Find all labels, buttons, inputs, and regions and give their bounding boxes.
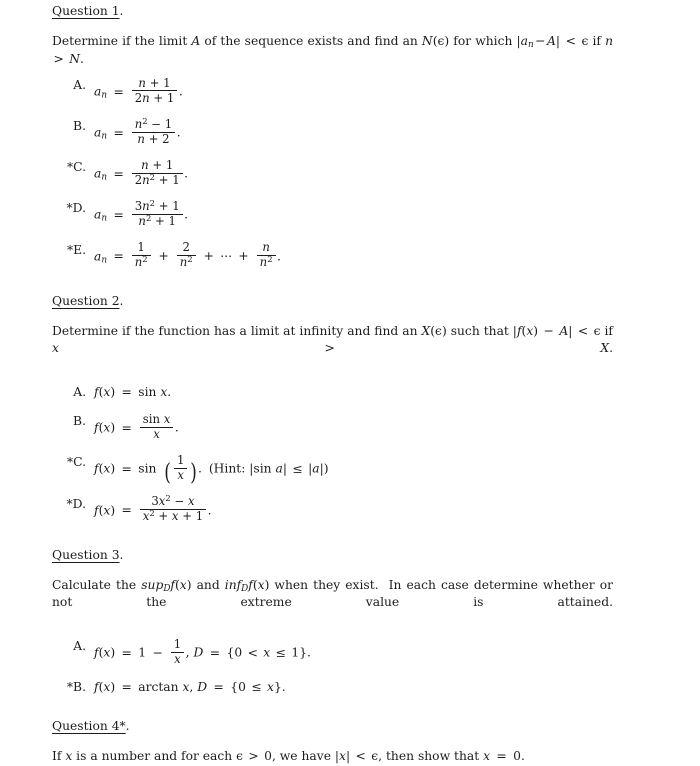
list-item: *C. f(x) = sin (1 x). (Hint: |sin a| ≤ |a… [52,453,613,487]
list-item: *C. an = n + 1 2n2 + 1. [52,159,613,187]
item-label: *D. [66,201,86,216]
question-1-prompt: Determine if the limit A of the sequence… [52,34,613,66]
item-label: B. [73,414,86,429]
item-label: A. [73,639,86,654]
list-item: A. an = n + 1 2n + 1. [52,75,613,105]
list-item: *D. f(x) = 3x2 − x x2 + x + 1. [52,493,613,524]
item-formula: f(x) = sin xx. [94,412,179,442]
question-1-heading-text: Question 1 [52,4,120,18]
document-page: Question 1. Determine if the limit A of … [0,0,700,763]
item-formula: f(x) = 1 − 1x, D = {0 < x ≤ 1}. [94,637,311,667]
item-label: *E. [66,242,86,257]
question-1-heading-suffix: . [119,4,124,18]
item-label: *C. [66,455,86,470]
list-item: *B. f(x) = arctan x, D = {0 ≤ x}. [52,679,613,695]
list-item: A. f(x) = sin x. [52,384,613,400]
item-formula: f(x) = 3x2 − x x2 + x + 1. [94,493,212,524]
item-label: *B. [66,680,86,695]
question-1-heading: Question 1. [52,4,613,19]
list-item: B. an = n2 − 1n + 2. [52,116,613,146]
item-formula: f(x) = sin (1 x). (Hint: |sin a| ≤ |a|) [94,453,329,487]
item-label: B. [73,119,86,134]
item-formula: an = n + 1 2n2 + 1. [94,158,189,188]
question-4-prompt: If x is a number and for each ϵ > 0, we … [52,749,525,764]
item-label: A. [73,385,86,400]
list-item: B. f(x) = sin xx. [52,413,613,441]
item-formula: an = 3n2 + 1 n2 + 1. [94,198,189,229]
question-4-heading-text: Question 4* [52,719,126,734]
item-label: *D. [66,496,86,511]
item-label: *C. [66,160,86,175]
question-2-heading: Question 2. [52,294,613,309]
document-content: Question 1. Determine if the limit A of … [52,4,613,766]
item-formula: an = n2 − 1n + 2. [94,116,181,146]
question-1-items: A. an = n + 1 2n + 1. B. an = n2 − 1n + 2… [52,75,613,270]
item-formula: f(x) = arctan x, D = {0 ≤ x}. [94,680,286,695]
question-4-heading-suffix: . [125,719,130,734]
question-3-heading: Question 3. [52,548,613,563]
list-item: *D. an = 3n2 + 1 n2 + 1. [52,198,613,229]
question-4-heading: Question 4*. [52,719,613,734]
question-3-heading-suffix: . [119,547,124,562]
question-2-items: A. f(x) = sin x. B. f(x) = sin xx. *C. f… [52,384,613,523]
question-3-heading-text: Question 3 [52,547,120,562]
item-formula: an = n + 1 2n + 1. [94,75,183,105]
list-item: A. f(x) = 1 − 1x, D = {0 < x ≤ 1}. [52,638,613,666]
question-2-heading-suffix: . [119,293,124,308]
list-item: *E. an = 1 n2 + 2 n2 + ··· + n n2. [52,240,613,270]
item-formula: f(x) = sin x. [94,385,172,400]
question-3-prompt: Calculate the supDf(x) and infDf(x) when… [52,577,613,610]
question-2-heading-text: Question 2 [52,293,120,308]
item-formula: an = 1 n2 + 2 n2 + ··· + n n2. [94,240,281,270]
question-2-prompt: Determine if the function has a limit at… [52,323,613,356]
item-label: A. [73,78,86,92]
